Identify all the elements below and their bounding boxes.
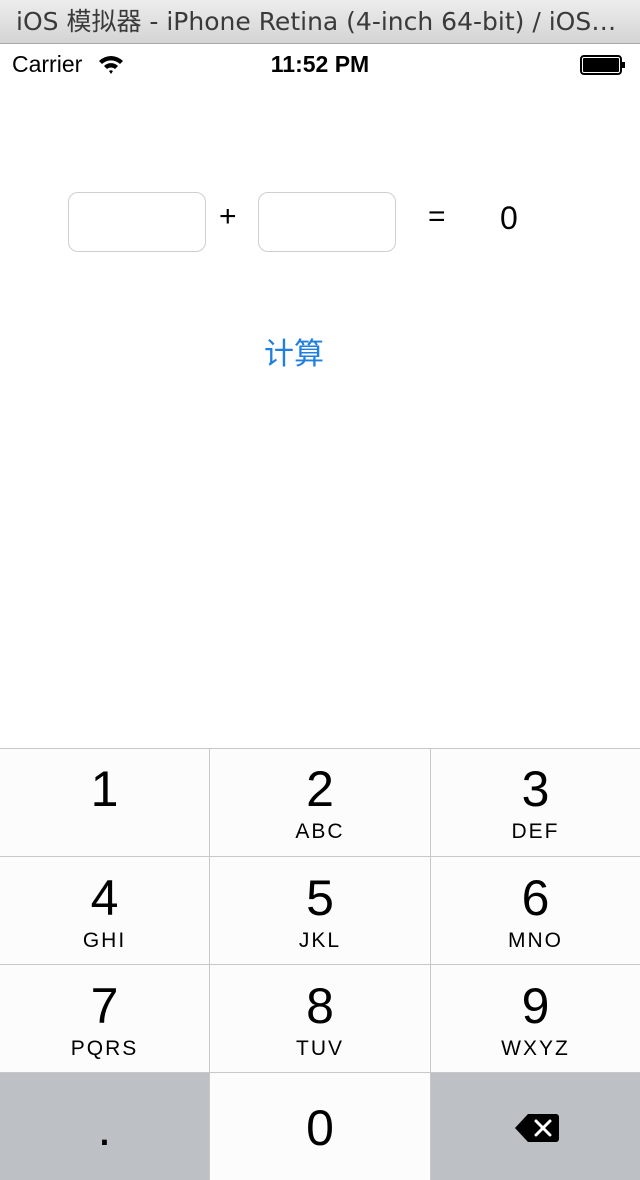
key-0[interactable]: 0 — [210, 1073, 430, 1180]
key-letters: ABC — [295, 820, 345, 843]
key-1[interactable]: 1 — [0, 748, 209, 856]
keypad-divider — [0, 1072, 640, 1073]
key-3[interactable]: 3 DEF — [431, 748, 640, 856]
key-digit: 2 — [306, 761, 334, 817]
key-letters: MNO — [508, 929, 563, 952]
key-letters: PQRS — [70, 1037, 139, 1060]
key-7[interactable]: 7 PQRS — [0, 965, 209, 1072]
key-letters: JKL — [298, 929, 342, 952]
backspace-icon — [515, 1114, 559, 1142]
key-letters: WXYZ — [501, 1037, 570, 1060]
key-letters: DEF — [511, 820, 560, 843]
calculate-button[interactable]: 计算 — [244, 328, 344, 374]
keypad-divider — [0, 856, 640, 857]
key-digit: 9 — [521, 978, 550, 1034]
key-decimal[interactable]: . — [0, 1073, 209, 1180]
key-digit: 8 — [306, 978, 334, 1034]
key-4[interactable]: 4 GHI — [0, 857, 209, 964]
clock: 11:52 PM — [270, 51, 370, 77]
keypad-divider — [0, 748, 640, 749]
key-6[interactable]: 6 MNO — [431, 857, 640, 964]
key-digit: 3 — [521, 761, 550, 817]
key-digit: 4 — [90, 870, 119, 926]
key-digit: 0 — [306, 1100, 334, 1156]
numeric-keypad: 1 2 ABC 3 DEF 4 GHI 5 JKL 6 MNO 7 PQRS 8… — [0, 748, 640, 1180]
window-title: iOS 模拟器 - iPhone Retina (4-inch 64-bit) … — [0, 0, 640, 44]
plus-sign: + — [219, 200, 237, 233]
key-backspace[interactable] — [431, 1073, 640, 1180]
key-5[interactable]: 5 JKL — [210, 857, 430, 964]
result-label: 0 — [500, 200, 518, 236]
key-letters: GHI — [82, 929, 127, 952]
key-2[interactable]: 2 ABC — [210, 748, 430, 856]
second-number-field[interactable] — [258, 192, 396, 252]
key-digit: 5 — [306, 870, 334, 926]
key-digit: 6 — [521, 870, 550, 926]
key-9[interactable]: 9 WXYZ — [431, 965, 640, 1072]
key-8[interactable]: 8 TUV — [210, 965, 430, 1072]
key-letters: TUV — [296, 1037, 344, 1060]
key-digit: 7 — [90, 978, 119, 1034]
keypad-divider — [209, 748, 210, 1180]
keypad-divider — [0, 964, 640, 965]
key-digit: 1 — [90, 761, 119, 817]
first-number-field[interactable] — [68, 192, 206, 252]
keypad-divider — [430, 748, 431, 1180]
key-digit: . — [97, 1100, 112, 1156]
status-bar: Carrier 11:52 PM — [0, 45, 640, 85]
equals-sign: = — [428, 200, 446, 233]
battery-icon — [580, 55, 625, 75]
